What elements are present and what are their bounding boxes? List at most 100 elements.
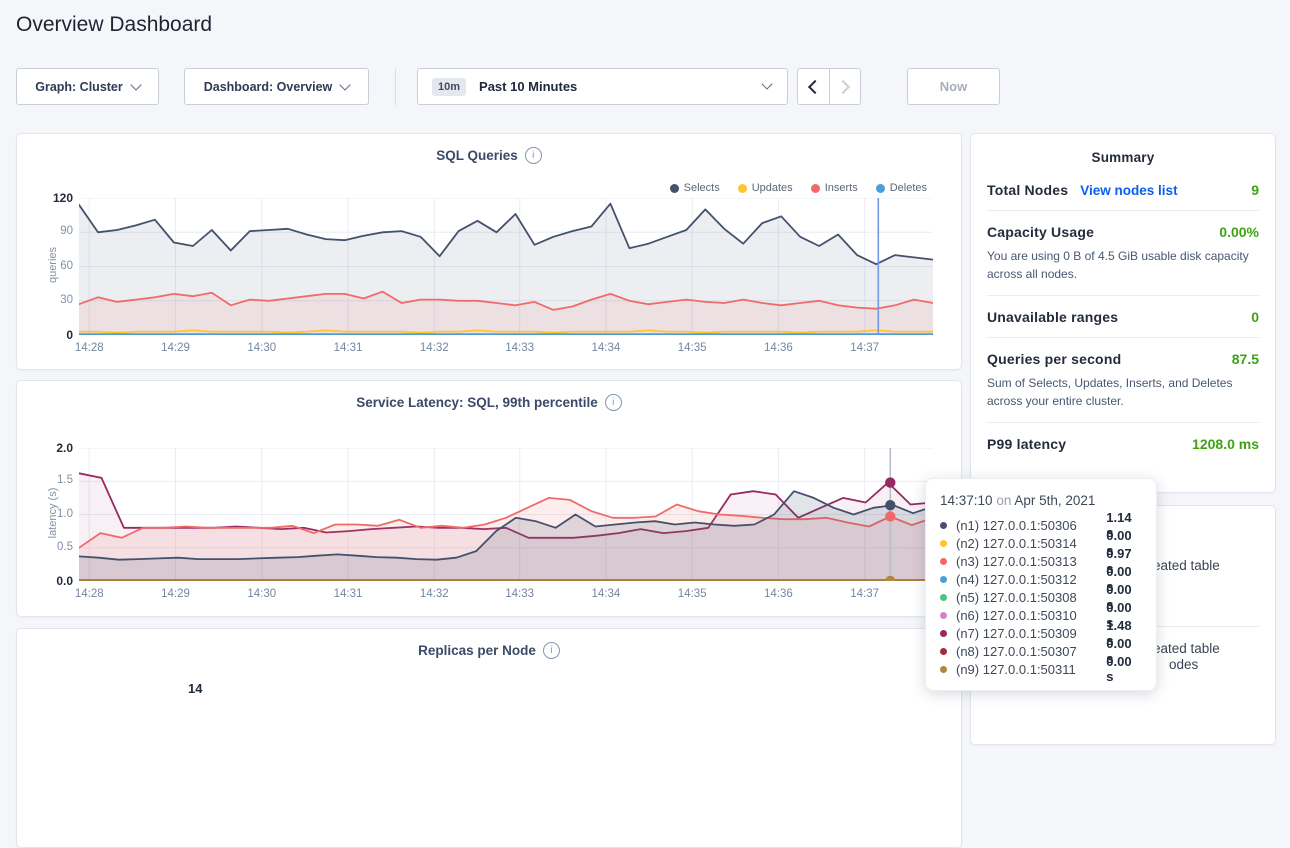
summary-row-queries-per-second: Queries per second 87.5 Sum of Selects, … — [987, 337, 1259, 422]
chart-tooltip: 14:37:10 on Apr 5th, 2021 (n1) 127.0.0.1… — [925, 478, 1157, 691]
x-tick-label: 14:35 — [670, 588, 714, 600]
view-nodes-list-link[interactable]: View nodes list — [1080, 183, 1177, 198]
summary-title: Summary — [971, 150, 1275, 165]
summary-description: You are using 0 B of 4.5 GiB usable disk… — [987, 247, 1259, 283]
y-tick-label: 0.5 — [33, 541, 73, 553]
summary-row-total-nodes: Total Nodes View nodes list 9 — [987, 169, 1259, 210]
time-range-label: Past 10 Minutes — [479, 79, 577, 94]
summary-label: P99 latency — [987, 436, 1066, 452]
node-address: (n9) 127.0.0.1:50311 — [956, 662, 1106, 677]
summary-value: 0.00% — [1219, 224, 1259, 240]
divider — [395, 68, 396, 105]
event-text-fragment: eated table — [1153, 641, 1220, 656]
series-dot — [940, 522, 947, 529]
series-dot — [940, 648, 947, 655]
event-text-fragment: eated table — [1153, 558, 1220, 573]
y-tick-label: 2.0 — [33, 441, 73, 455]
tooltip-time: 14:37:10 — [940, 493, 993, 508]
legend-label: Selects — [684, 182, 720, 194]
legend-dot — [670, 184, 679, 193]
series-dot — [940, 630, 947, 637]
graph-dropdown-label: Graph: Cluster — [35, 80, 123, 94]
chart-canvas[interactable] — [79, 198, 933, 335]
y-tick-label: 0 — [33, 328, 73, 342]
summary-row-unavailable-ranges: Unavailable ranges 0 — [987, 295, 1259, 337]
replicas-per-node-card: Replicas per Node i — [16, 628, 962, 848]
series-dot — [940, 594, 947, 601]
chart-plot[interactable] — [79, 198, 933, 340]
summary-row-capacity-usage: Capacity Usage 0.00% You are using 0 B o… — [987, 210, 1259, 295]
legend-dot — [876, 184, 885, 193]
x-tick-label: 14:29 — [154, 342, 198, 354]
legend-item-selects[interactable]: Selects — [670, 182, 720, 194]
x-tick-label: 14:30 — [240, 588, 284, 600]
legend-label: Inserts — [825, 182, 858, 194]
graph-dropdown[interactable]: Graph: Cluster — [16, 68, 159, 105]
chart-plot[interactable] — [79, 448, 933, 586]
y-tick-label: 90 — [33, 225, 73, 237]
x-tick-label: 14:32 — [412, 588, 456, 600]
summary-panel: Summary Total Nodes View nodes list 9 Ca… — [970, 133, 1276, 493]
info-icon[interactable]: i — [605, 394, 622, 411]
y-tick-label: 30 — [33, 294, 73, 306]
y-tick-label: 60 — [33, 260, 73, 272]
x-tick-label: 14:31 — [326, 342, 370, 354]
legend-label: Deletes — [890, 182, 927, 194]
legend-item-updates[interactable]: Updates — [738, 182, 793, 194]
summary-value: 0 — [1251, 309, 1259, 325]
info-icon[interactable]: i — [525, 147, 542, 164]
x-tick-label: 14:37 — [843, 588, 887, 600]
time-range-dropdown[interactable]: 10m Past 10 Minutes — [417, 68, 788, 105]
now-button[interactable]: Now — [907, 68, 1000, 105]
x-tick-label: 14:36 — [756, 342, 800, 354]
node-address: (n6) 127.0.0.1:50310 — [956, 608, 1106, 623]
chart-legend: Selects Updates Inserts Deletes — [670, 182, 927, 194]
legend-dot — [738, 184, 747, 193]
node-address: (n3) 127.0.0.1:50313 — [956, 554, 1106, 569]
x-tick-label: 14:34 — [584, 342, 628, 354]
tooltip-rows: (n1) 127.0.0.1:503061.14 s(n2) 127.0.0.1… — [940, 516, 1142, 678]
node-address: (n8) 127.0.0.1:50307 — [956, 644, 1106, 659]
node-address: (n5) 127.0.0.1:50308 — [956, 590, 1106, 605]
tooltip-row: (n9) 127.0.0.1:503110.00 s — [940, 660, 1142, 678]
x-tick-label: 14:28 — [67, 342, 111, 354]
summary-value: 1208.0 ms — [1192, 436, 1259, 452]
info-icon[interactable]: i — [543, 642, 560, 659]
y-tick-label: 1.5 — [33, 474, 73, 486]
dashboard-dropdown[interactable]: Dashboard: Overview — [184, 68, 369, 105]
y-tick-label: 0.0 — [33, 574, 73, 588]
node-address: (n2) 127.0.0.1:50314 — [956, 536, 1106, 551]
time-prev-button[interactable] — [798, 69, 830, 104]
summary-label: Unavailable ranges — [987, 309, 1118, 325]
chevron-down-icon — [761, 78, 772, 89]
legend-item-inserts[interactable]: Inserts — [811, 182, 858, 194]
x-tick-label: 14:29 — [154, 588, 198, 600]
y-tick-label: 1.0 — [33, 508, 73, 520]
service-latency-card: Service Latency: SQL, 99th percentile i … — [16, 380, 962, 617]
chevron-down-icon — [340, 79, 351, 90]
chart-canvas[interactable] — [79, 448, 933, 581]
time-next-button[interactable] — [830, 69, 861, 104]
legend-label: Updates — [752, 182, 793, 194]
summary-value: 87.5 — [1232, 351, 1259, 367]
latency-value: 0.00 s — [1106, 654, 1142, 684]
chart-title: SQL Queries — [436, 148, 518, 163]
legend-dot — [811, 184, 820, 193]
y-tick-label: 120 — [33, 191, 73, 205]
chevron-down-icon — [130, 79, 141, 90]
series-dot — [940, 612, 947, 619]
dashboard-dropdown-label: Dashboard: Overview — [204, 80, 333, 94]
x-tick-label: 14:37 — [843, 342, 887, 354]
x-tick-label: 14:28 — [67, 588, 111, 600]
series-dot — [940, 558, 947, 565]
x-tick-label: 14:35 — [670, 342, 714, 354]
summary-label: Capacity Usage — [987, 224, 1094, 240]
legend-item-deletes[interactable]: Deletes — [876, 182, 927, 194]
series-dot — [940, 666, 947, 673]
x-tick-label: 14:32 — [412, 342, 456, 354]
tooltip-timestamp: 14:37:10 on Apr 5th, 2021 — [940, 493, 1142, 508]
x-tick-label: 14:31 — [326, 588, 370, 600]
time-nav-group — [797, 68, 861, 105]
chart-title: Replicas per Node — [418, 643, 536, 658]
time-range-badge: 10m — [432, 78, 466, 96]
